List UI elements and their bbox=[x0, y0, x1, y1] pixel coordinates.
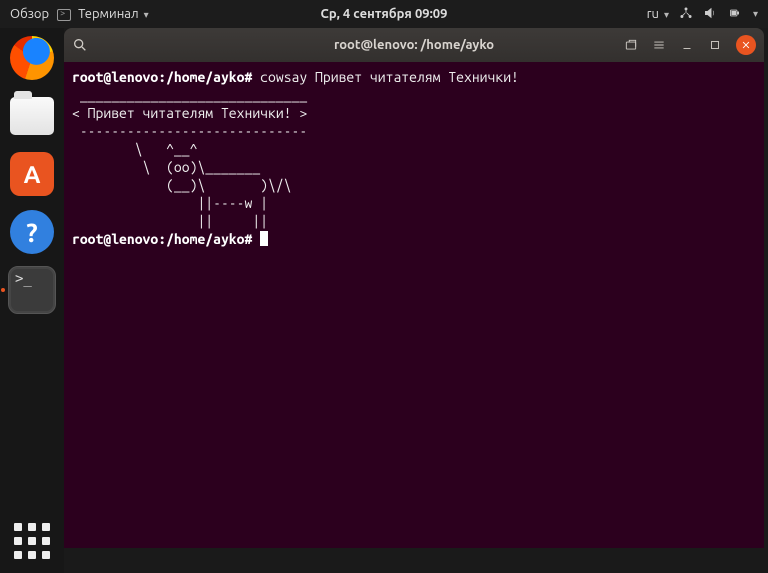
volume-icon[interactable] bbox=[703, 6, 717, 23]
dock-files[interactable] bbox=[8, 92, 56, 140]
terminal-body[interactable]: root@lenovo:/home/ayko# cowsay Привет чи… bbox=[64, 62, 764, 548]
chevron-down-icon: ▾ bbox=[664, 9, 669, 20]
search-button[interactable] bbox=[72, 37, 88, 53]
terminal-icon bbox=[57, 9, 71, 21]
activities-button[interactable]: Обзор bbox=[10, 7, 49, 21]
command-output: _____________________________ < Привет ч… bbox=[72, 87, 307, 229]
dock-help[interactable]: ? bbox=[8, 208, 56, 256]
maximize-button[interactable] bbox=[708, 38, 722, 52]
software-icon: A bbox=[10, 152, 54, 196]
dock-terminal[interactable]: >_ bbox=[8, 266, 56, 314]
close-button[interactable] bbox=[736, 35, 756, 55]
dock-software[interactable]: A bbox=[8, 150, 56, 198]
window-title: root@lenovo: /home/ayko bbox=[334, 38, 494, 52]
new-tab-button[interactable] bbox=[624, 38, 638, 52]
top-panel: Обзор Терминал ▾ Ср, 4 сентября 09:09 ru… bbox=[0, 0, 768, 28]
keyboard-layout[interactable]: ru ▾ bbox=[647, 7, 669, 21]
app-menu-label: Терминал bbox=[78, 7, 138, 21]
prompt: root@lenovo:/home/ayko# bbox=[72, 231, 252, 247]
chevron-down-icon: ▾ bbox=[144, 9, 149, 20]
lang-label: ru bbox=[647, 7, 659, 21]
show-applications[interactable] bbox=[12, 521, 52, 561]
clock[interactable]: Ср, 4 сентября 09:09 bbox=[321, 7, 448, 21]
menu-button[interactable] bbox=[652, 38, 666, 52]
power-icon[interactable] bbox=[727, 6, 741, 23]
firefox-icon bbox=[10, 36, 54, 80]
network-icon[interactable] bbox=[679, 6, 693, 23]
minimize-button[interactable] bbox=[680, 38, 694, 52]
titlebar[interactable]: root@lenovo: /home/ayko bbox=[64, 28, 764, 62]
help-icon: ? bbox=[10, 210, 54, 254]
terminal-icon: >_ bbox=[8, 266, 56, 314]
dock: A ? >_ bbox=[0, 28, 64, 573]
command: cowsay Привет читателям Технички! bbox=[252, 69, 519, 85]
dock-firefox[interactable] bbox=[8, 34, 56, 82]
terminal-window: root@lenovo: /home/ayko root@lenovo:/hom… bbox=[64, 28, 764, 548]
prompt: root@lenovo:/home/ayko# bbox=[72, 69, 252, 85]
folder-icon bbox=[10, 97, 54, 135]
cursor bbox=[260, 231, 268, 246]
chevron-down-icon: ▾ bbox=[753, 8, 758, 20]
app-menu[interactable]: Терминал ▾ bbox=[57, 7, 148, 21]
